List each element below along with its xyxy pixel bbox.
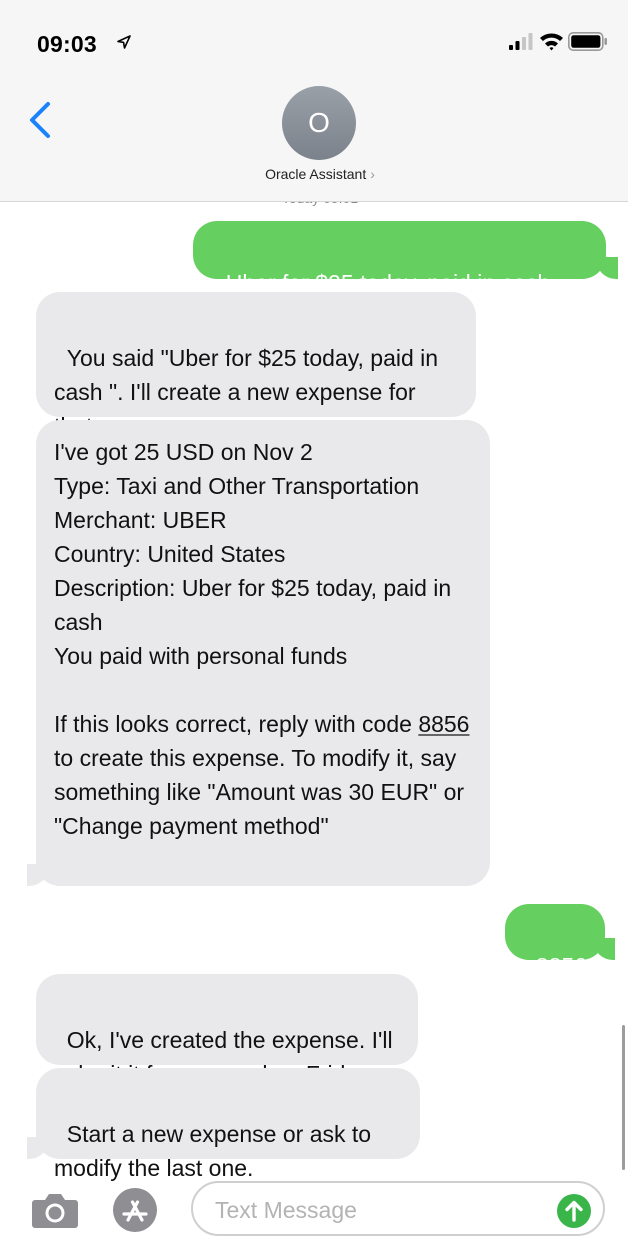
confirm-text-before: If this looks correct, reply with code: [54, 711, 419, 737]
conversation-header: 09:03 O Oracle Assistant ›: [0, 0, 628, 202]
summary-spacer: [54, 673, 472, 707]
confirmation-code-link[interactable]: 8856: [418, 711, 469, 737]
wifi-icon: [540, 33, 563, 51]
status-time: 09:03: [37, 31, 97, 57]
summary-line-payment: You paid with personal funds: [54, 643, 348, 669]
expense-summary-message[interactable]: I've got 25 USD on Nov 2 Type: Taxi and O…: [36, 420, 490, 886]
send-arrow-icon[interactable]: [556, 1193, 592, 1229]
bubble-tail: [27, 864, 49, 886]
outgoing-message[interactable]: Uber for $25 today, paid in cash: [193, 221, 606, 296]
app-store-icon[interactable]: [112, 1187, 158, 1233]
cellular-signal-icon: [509, 33, 533, 50]
battery-icon: [568, 32, 607, 51]
avatar-letter: O: [308, 107, 330, 138]
incoming-message[interactable]: Ok, I've created the expense. I'll submi…: [36, 974, 418, 1087]
back-chevron-icon[interactable]: [26, 100, 54, 140]
summary-line-merchant: Merchant: UBER: [54, 507, 227, 533]
contact-avatar[interactable]: O: [282, 86, 356, 160]
summary-line-description: Description: Uber for $25 today, paid in…: [54, 575, 458, 635]
summary-line-type: Type: Taxi and Other Transportation: [54, 473, 420, 499]
outgoing-message[interactable]: 8856: [505, 904, 605, 979]
incoming-message[interactable]: Start a new expense or ask to modify the…: [36, 1068, 420, 1181]
bubble-tail: [593, 938, 615, 960]
contact-name-button[interactable]: Oracle Assistant ›: [0, 166, 628, 182]
chevron-right-icon: ›: [370, 166, 375, 182]
scrollbar[interactable]: [622, 1025, 625, 1170]
text-message-input[interactable]: Text Message: [191, 1181, 605, 1236]
summary-line-amount: I've got 25 USD on Nov 2: [54, 439, 313, 465]
confirm-text: If this looks correct, reply with code 8…: [54, 707, 472, 843]
input-placeholder: Text Message: [215, 1197, 357, 1223]
incoming-message[interactable]: You said "Uber for $25 today, paid in ca…: [36, 292, 476, 439]
bubble-tail: [27, 1137, 49, 1159]
summary-line-country: Country: United States: [54, 541, 286, 567]
bubble-tail: [596, 257, 618, 279]
message-text: 8856: [535, 953, 587, 979]
location-arrow-icon: [117, 35, 131, 49]
contact-name: Oracle Assistant: [265, 166, 367, 182]
message-text: Start a new expense or ask to modify the…: [54, 1121, 378, 1181]
camera-icon[interactable]: [31, 1191, 79, 1229]
